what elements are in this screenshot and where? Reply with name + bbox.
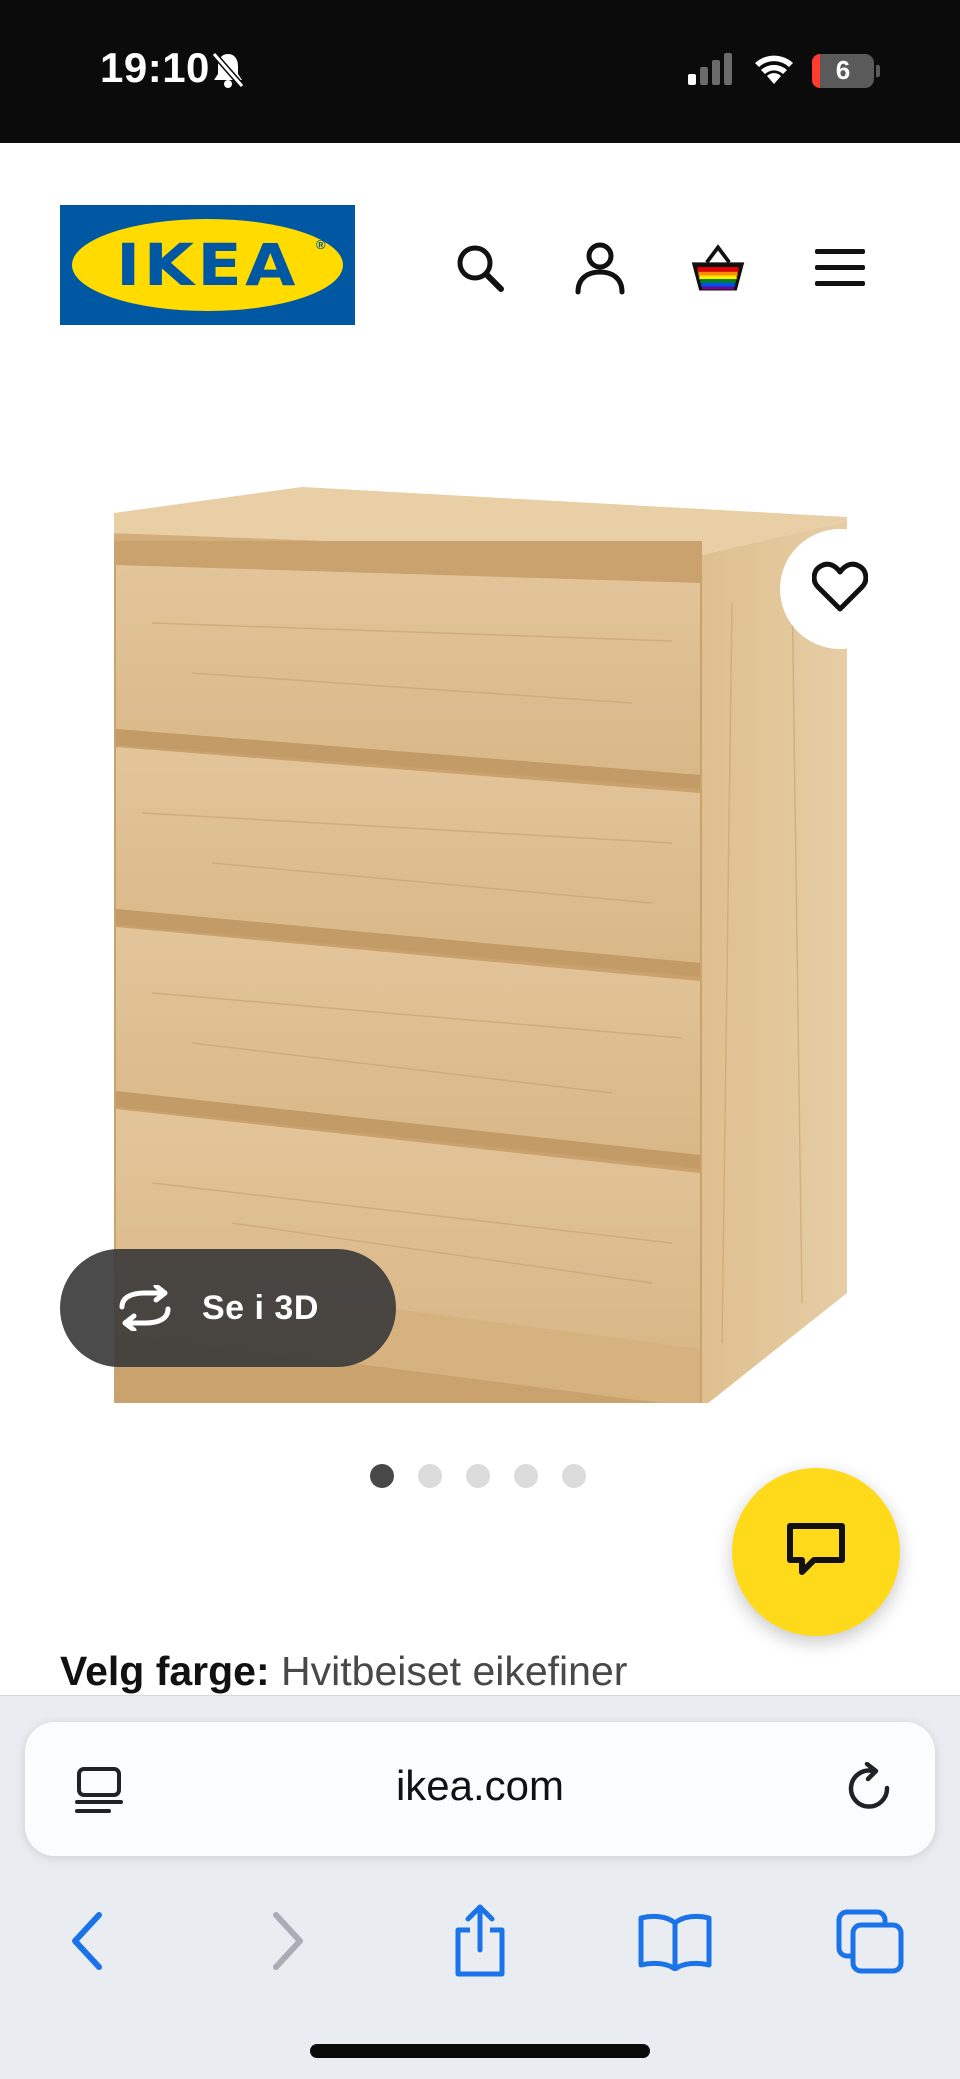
back-icon[interactable] — [42, 1896, 132, 1986]
pagination-dot[interactable] — [370, 1464, 394, 1488]
site-header: IKEA ® — [0, 143, 960, 383]
favorite-button[interactable] — [780, 529, 900, 649]
pagination-dot[interactable] — [562, 1464, 586, 1488]
logo-text: IKEA — [116, 231, 299, 299]
color-selector-label: Velg farge: Hvitbeiset eikefiner — [60, 1648, 627, 1695]
basket-icon[interactable] — [688, 238, 748, 298]
wifi-icon — [752, 50, 796, 91]
browser-toolbar — [0, 1896, 960, 1996]
search-icon[interactable] — [450, 238, 510, 298]
heart-icon — [811, 561, 869, 618]
status-bar: 19:10 6 — [0, 0, 960, 143]
bookmarks-icon[interactable] — [630, 1896, 720, 1986]
view-3d-button[interactable]: Se i 3D — [60, 1249, 396, 1367]
color-value: Hvitbeiset eikefiner — [281, 1648, 628, 1694]
url-text[interactable]: ikea.com — [25, 1762, 935, 1810]
pagination-dot[interactable] — [418, 1464, 442, 1488]
menu-icon[interactable] — [810, 238, 870, 298]
chat-button[interactable] — [732, 1468, 900, 1636]
home-indicator[interactable] — [310, 2044, 650, 2058]
forward-icon[interactable] — [243, 1896, 333, 1986]
bell-slash-icon — [210, 50, 246, 95]
image-pagination[interactable] — [370, 1464, 586, 1488]
reload-icon[interactable] — [843, 1761, 897, 1821]
view-3d-label: Se i 3D — [202, 1288, 319, 1327]
account-icon[interactable] — [570, 238, 630, 298]
battery-icon: 6 — [812, 54, 874, 88]
product-gallery[interactable]: Se i 3D — [0, 383, 960, 1488]
rotate-3d-icon — [119, 1285, 171, 1331]
battery-level: 6 — [835, 55, 851, 85]
pagination-dot[interactable] — [514, 1464, 538, 1488]
battery-cap — [876, 65, 880, 77]
address-bar[interactable]: ikea.com — [25, 1722, 935, 1856]
ikea-logo[interactable]: IKEA ® — [60, 205, 355, 325]
browser-chrome: ikea.com — [0, 1695, 960, 2079]
tabs-icon[interactable] — [825, 1896, 915, 1986]
signal-icon — [686, 52, 734, 91]
color-label: Velg farge: — [60, 1648, 270, 1694]
pagination-dot[interactable] — [466, 1464, 490, 1488]
share-icon[interactable] — [435, 1896, 525, 1986]
status-time: 19:10 — [100, 44, 210, 91]
chat-icon — [784, 1520, 848, 1585]
